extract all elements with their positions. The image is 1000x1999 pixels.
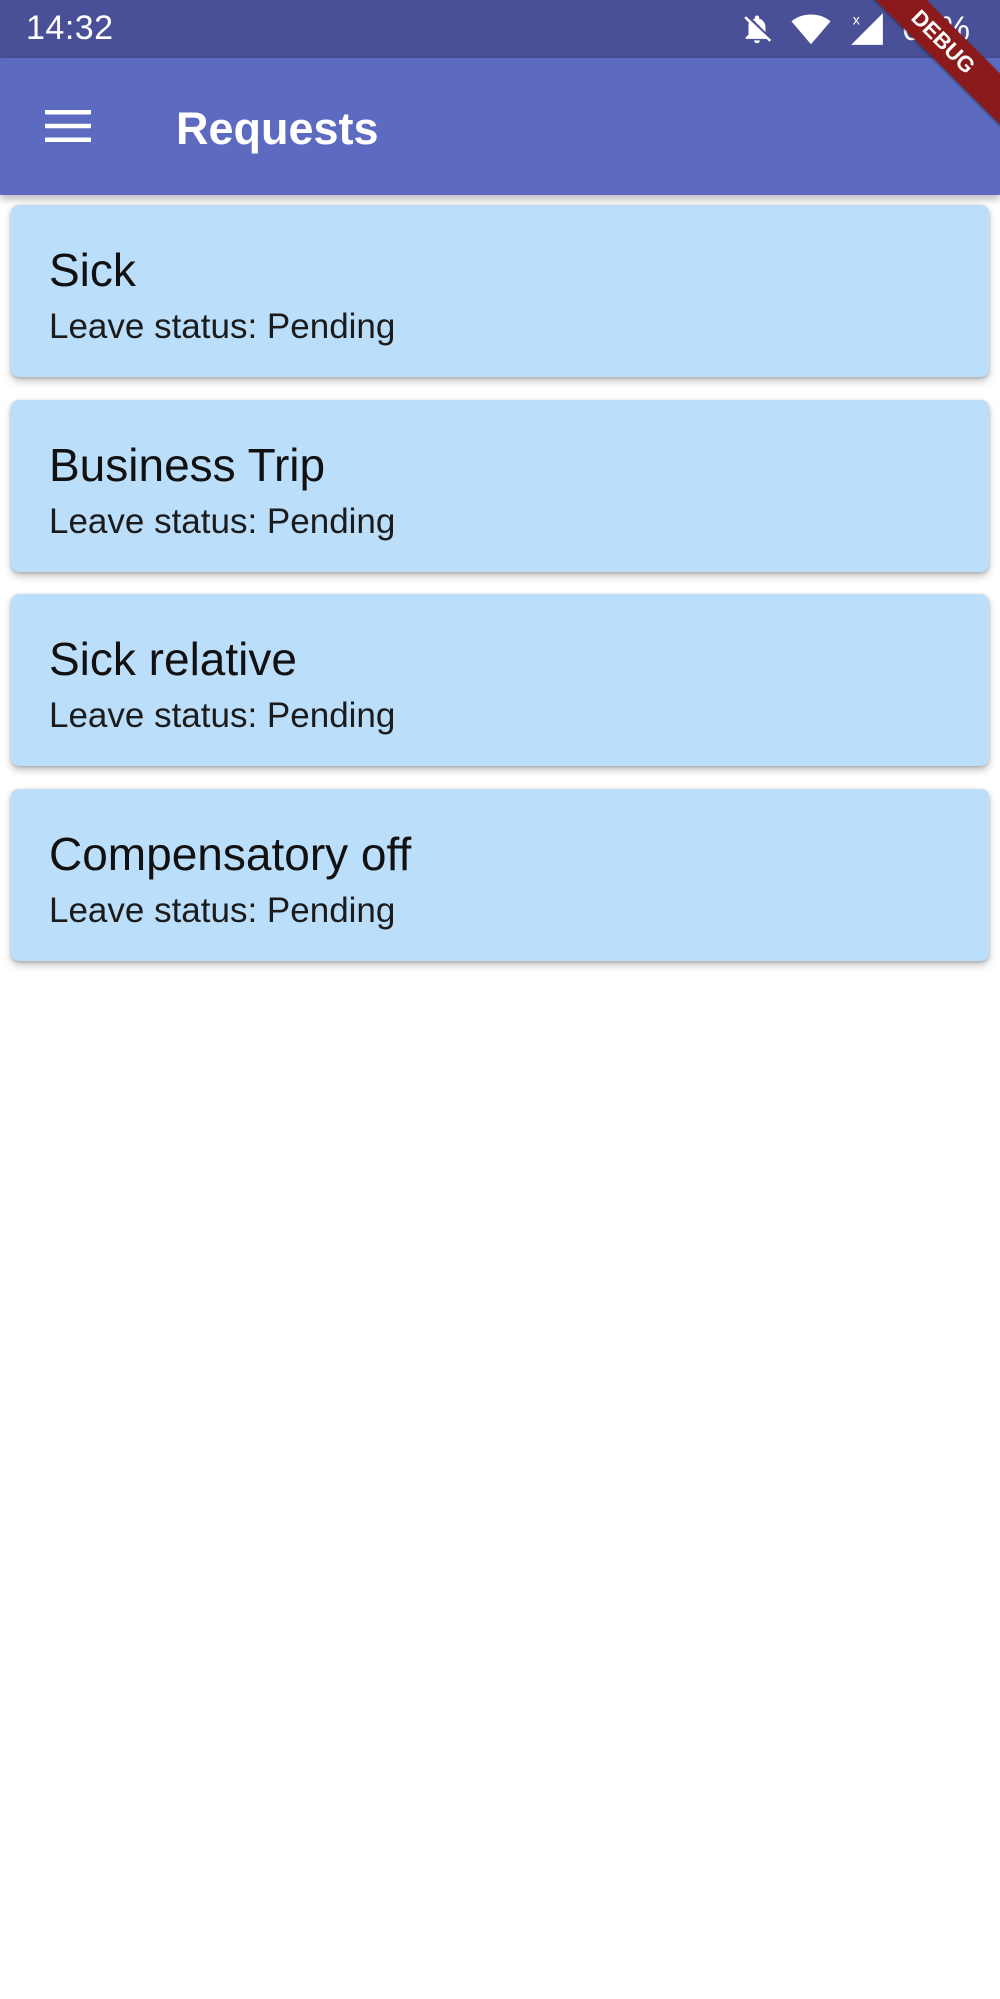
request-card-business-trip[interactable]: Business Trip Leave status: Pending (11, 400, 989, 572)
svg-text:x: x (853, 12, 860, 28)
page-title: Requests (176, 103, 379, 154)
request-title: Sick relative (49, 633, 297, 685)
request-title: Sick (49, 244, 136, 296)
request-card-compensatory-off[interactable]: Compensatory off Leave status: Pending (11, 789, 989, 961)
request-status: Leave status: Pending (49, 502, 396, 541)
menu-icon (45, 109, 91, 147)
request-card-sick-relative[interactable]: Sick relative Leave status: Pending (11, 594, 989, 766)
status-time: 14:32 (26, 9, 114, 47)
status-bar: 14:32 x 67% (0, 0, 1000, 58)
app-bar: Requests (0, 58, 1000, 195)
request-status: Leave status: Pending (49, 696, 396, 735)
request-status: Leave status: Pending (49, 891, 396, 930)
request-card-sick[interactable]: Sick Leave status: Pending (11, 205, 989, 377)
request-title: Business Trip (49, 439, 326, 491)
wifi-icon (790, 12, 832, 46)
request-status: Leave status: Pending (49, 307, 396, 346)
notifications-off-icon (740, 12, 774, 46)
menu-button[interactable] (36, 96, 100, 160)
request-title: Compensatory off (49, 828, 412, 880)
signal-icon: x (848, 10, 886, 48)
